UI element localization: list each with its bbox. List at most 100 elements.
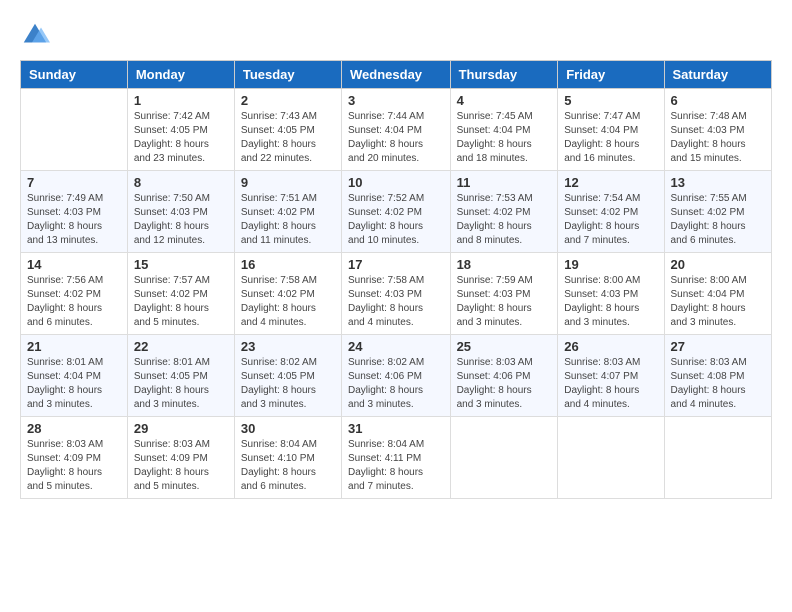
day-info: Sunrise: 7:53 AM Sunset: 4:02 PM Dayligh… — [457, 192, 552, 248]
calendar-cell: 31 Sunrise: 8:04 AM Sunset: 4:11 PM Dayli… — [342, 417, 451, 499]
logo-icon — [20, 20, 50, 50]
day-info: Sunrise: 7:49 AM Sunset: 4:03 PM Dayligh… — [27, 192, 121, 248]
day-number: 25 — [457, 339, 552, 354]
day-info: Sunrise: 8:03 AM Sunset: 4:06 PM Dayligh… — [457, 356, 552, 412]
day-info: Sunrise: 7:58 AM Sunset: 4:02 PM Dayligh… — [241, 274, 335, 330]
calendar-cell — [664, 417, 771, 499]
day-number: 2 — [241, 93, 335, 108]
day-of-week-header: Tuesday — [234, 61, 341, 89]
day-number: 12 — [564, 175, 657, 190]
calendar-cell: 2 Sunrise: 7:43 AM Sunset: 4:05 PM Daylig… — [234, 89, 341, 171]
day-info: Sunrise: 8:03 AM Sunset: 4:09 PM Dayligh… — [134, 438, 228, 494]
calendar-cell: 24 Sunrise: 8:02 AM Sunset: 4:06 PM Dayli… — [342, 335, 451, 417]
calendar-cell: 7 Sunrise: 7:49 AM Sunset: 4:03 PM Daylig… — [21, 171, 128, 253]
day-info: Sunrise: 7:55 AM Sunset: 4:02 PM Dayligh… — [671, 192, 765, 248]
day-info: Sunrise: 7:50 AM Sunset: 4:03 PM Dayligh… — [134, 192, 228, 248]
calendar-cell: 29 Sunrise: 8:03 AM Sunset: 4:09 PM Dayli… — [127, 417, 234, 499]
day-number: 14 — [27, 257, 121, 272]
calendar-cell: 16 Sunrise: 7:58 AM Sunset: 4:02 PM Dayli… — [234, 253, 341, 335]
day-info: Sunrise: 7:59 AM Sunset: 4:03 PM Dayligh… — [457, 274, 552, 330]
logo — [20, 20, 55, 50]
calendar-week-row: 21Sunrise: 8:01 AM Sunset: 4:04 PM Dayli… — [21, 335, 772, 417]
calendar-cell: 26 Sunrise: 8:03 AM Sunset: 4:07 PM Dayli… — [558, 335, 664, 417]
day-number: 24 — [348, 339, 444, 354]
calendar-table: SundayMondayTuesdayWednesdayThursdayFrid… — [20, 60, 772, 499]
calendar-cell: 22 Sunrise: 8:01 AM Sunset: 4:05 PM Dayli… — [127, 335, 234, 417]
day-info: Sunrise: 7:51 AM Sunset: 4:02 PM Dayligh… — [241, 192, 335, 248]
calendar-cell — [450, 417, 558, 499]
day-info: Sunrise: 8:01 AM Sunset: 4:05 PM Dayligh… — [134, 356, 228, 412]
day-info: Sunrise: 7:42 AM Sunset: 4:05 PM Dayligh… — [134, 110, 228, 166]
day-info: Sunrise: 7:44 AM Sunset: 4:04 PM Dayligh… — [348, 110, 444, 166]
calendar-cell: 13 Sunrise: 7:55 AM Sunset: 4:02 PM Dayli… — [664, 171, 771, 253]
calendar-week-row: 14 Sunrise: 7:56 AM Sunset: 4:02 PM Dayli… — [21, 253, 772, 335]
day-number: 8 — [134, 175, 228, 190]
day-number: 6 — [671, 93, 765, 108]
day-info: Sunrise: 8:01 AM Sunset: 4:04 PM Dayligh… — [27, 356, 121, 412]
calendar-cell: 17Sunrise: 7:58 AM Sunset: 4:03 PM Dayli… — [342, 253, 451, 335]
day-of-week-header: Friday — [558, 61, 664, 89]
day-info: Sunrise: 7:54 AM Sunset: 4:02 PM Dayligh… — [564, 192, 657, 248]
calendar-cell: 1Sunrise: 7:42 AM Sunset: 4:05 PM Daylig… — [127, 89, 234, 171]
calendar-cell: 28 Sunrise: 8:03 AM Sunset: 4:09 PM Dayli… — [21, 417, 128, 499]
day-number: 11 — [457, 175, 552, 190]
day-number: 3 — [348, 93, 444, 108]
day-number: 15 — [134, 257, 228, 272]
calendar-cell: 3 Sunrise: 7:44 AM Sunset: 4:04 PM Daylig… — [342, 89, 451, 171]
day-info: Sunrise: 7:57 AM Sunset: 4:02 PM Dayligh… — [134, 274, 228, 330]
calendar-cell: 4 Sunrise: 7:45 AM Sunset: 4:04 PM Daylig… — [450, 89, 558, 171]
page-header — [20, 20, 772, 50]
day-number: 4 — [457, 93, 552, 108]
calendar-cell: 23 Sunrise: 8:02 AM Sunset: 4:05 PM Dayli… — [234, 335, 341, 417]
calendar-cell: 30 Sunrise: 8:04 AM Sunset: 4:10 PM Dayli… — [234, 417, 341, 499]
day-info: Sunrise: 8:03 AM Sunset: 4:07 PM Dayligh… — [564, 356, 657, 412]
day-info: Sunrise: 8:03 AM Sunset: 4:09 PM Dayligh… — [27, 438, 121, 494]
day-number: 17 — [348, 257, 444, 272]
calendar-cell — [21, 89, 128, 171]
day-number: 13 — [671, 175, 765, 190]
day-info: Sunrise: 8:02 AM Sunset: 4:06 PM Dayligh… — [348, 356, 444, 412]
day-of-week-header: Wednesday — [342, 61, 451, 89]
day-info: Sunrise: 8:02 AM Sunset: 4:05 PM Dayligh… — [241, 356, 335, 412]
day-info: Sunrise: 8:04 AM Sunset: 4:10 PM Dayligh… — [241, 438, 335, 494]
calendar-cell: 9 Sunrise: 7:51 AM Sunset: 4:02 PM Daylig… — [234, 171, 341, 253]
day-number: 9 — [241, 175, 335, 190]
calendar-cell: 25 Sunrise: 8:03 AM Sunset: 4:06 PM Dayli… — [450, 335, 558, 417]
calendar-cell: 14 Sunrise: 7:56 AM Sunset: 4:02 PM Dayli… — [21, 253, 128, 335]
day-info: Sunrise: 8:03 AM Sunset: 4:08 PM Dayligh… — [671, 356, 765, 412]
day-info: Sunrise: 7:48 AM Sunset: 4:03 PM Dayligh… — [671, 110, 765, 166]
calendar-week-row: 1Sunrise: 7:42 AM Sunset: 4:05 PM Daylig… — [21, 89, 772, 171]
day-info: Sunrise: 7:52 AM Sunset: 4:02 PM Dayligh… — [348, 192, 444, 248]
day-info: Sunrise: 8:04 AM Sunset: 4:11 PM Dayligh… — [348, 438, 444, 494]
calendar-week-row: 28 Sunrise: 8:03 AM Sunset: 4:09 PM Dayli… — [21, 417, 772, 499]
day-of-week-header: Thursday — [450, 61, 558, 89]
day-info: Sunrise: 7:56 AM Sunset: 4:02 PM Dayligh… — [27, 274, 121, 330]
calendar-cell: 21Sunrise: 8:01 AM Sunset: 4:04 PM Dayli… — [21, 335, 128, 417]
day-number: 7 — [27, 175, 121, 190]
day-number: 28 — [27, 421, 121, 436]
day-number: 22 — [134, 339, 228, 354]
day-number: 10 — [348, 175, 444, 190]
day-number: 18 — [457, 257, 552, 272]
day-of-week-header: Saturday — [664, 61, 771, 89]
calendar-cell: 15 Sunrise: 7:57 AM Sunset: 4:02 PM Dayli… — [127, 253, 234, 335]
day-info: Sunrise: 7:45 AM Sunset: 4:04 PM Dayligh… — [457, 110, 552, 166]
calendar-cell: 11 Sunrise: 7:53 AM Sunset: 4:02 PM Dayli… — [450, 171, 558, 253]
day-number: 26 — [564, 339, 657, 354]
calendar-week-row: 7 Sunrise: 7:49 AM Sunset: 4:03 PM Daylig… — [21, 171, 772, 253]
day-number: 30 — [241, 421, 335, 436]
calendar-cell: 20Sunrise: 8:00 AM Sunset: 4:04 PM Dayli… — [664, 253, 771, 335]
day-info: Sunrise: 8:00 AM Sunset: 4:03 PM Dayligh… — [564, 274, 657, 330]
day-number: 16 — [241, 257, 335, 272]
calendar-header-row: SundayMondayTuesdayWednesdayThursdayFrid… — [21, 61, 772, 89]
day-of-week-header: Monday — [127, 61, 234, 89]
day-number: 23 — [241, 339, 335, 354]
day-number: 19 — [564, 257, 657, 272]
day-of-week-header: Sunday — [21, 61, 128, 89]
calendar-cell: 10 Sunrise: 7:52 AM Sunset: 4:02 PM Dayli… — [342, 171, 451, 253]
day-number: 29 — [134, 421, 228, 436]
day-info: Sunrise: 7:43 AM Sunset: 4:05 PM Dayligh… — [241, 110, 335, 166]
day-number: 5 — [564, 93, 657, 108]
day-number: 27 — [671, 339, 765, 354]
day-number: 31 — [348, 421, 444, 436]
